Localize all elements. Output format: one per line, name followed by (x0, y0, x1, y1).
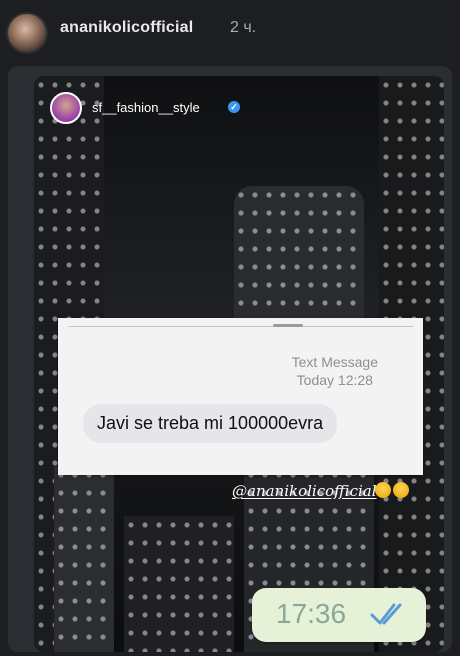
text-message-screenshot: Text Message Today 12:28 Javi se treba m… (58, 318, 423, 475)
profile-avatar[interactable] (6, 12, 48, 54)
background-building (54, 466, 114, 652)
double-check-icon (370, 603, 402, 625)
divider (68, 326, 413, 327)
chat-time: 17:36 (276, 598, 347, 629)
story-header: ananikolicofficial 2 ч. (0, 0, 460, 62)
verified-badge-icon: ✓ (228, 101, 240, 113)
message-app-title: Text Message (291, 354, 378, 370)
notch-indicator (273, 324, 303, 327)
reshared-post-header[interactable]: sf__fashion__style ✓ (50, 92, 310, 128)
story-username[interactable]: ananikolicofficial (60, 19, 193, 37)
message-bubble: Javi se treba mi 100000evra (83, 404, 338, 443)
reshared-avatar[interactable] (50, 92, 82, 124)
mention-tag[interactable]: @ananikolicofficial (232, 482, 377, 500)
message-timestamp: Today 12:28 (296, 372, 373, 388)
chat-time-bubble: 17:36 (252, 588, 426, 642)
reshared-username[interactable]: sf__fashion__style (92, 100, 200, 115)
grinning-sweat-emoji-icon (393, 482, 409, 498)
grinning-sweat-emoji-icon (375, 482, 391, 498)
story-time-ago: 2 ч. (230, 19, 257, 36)
background-building (124, 516, 234, 652)
message-meta: Text Message Today 12:28 (292, 353, 378, 389)
